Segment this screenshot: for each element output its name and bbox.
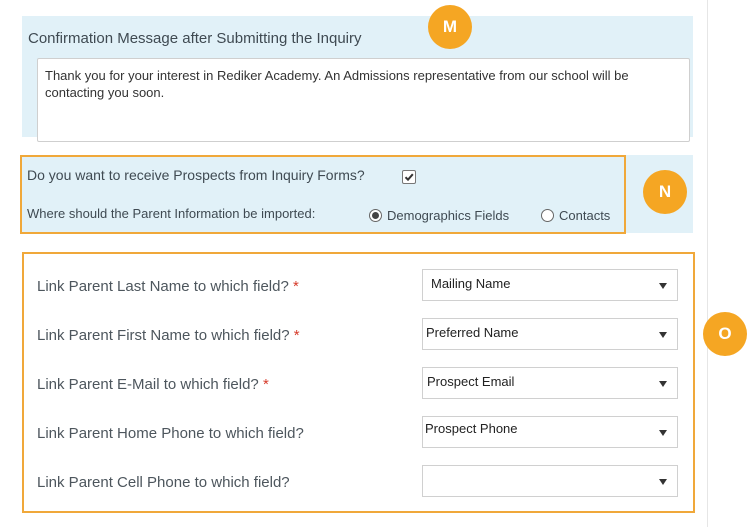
mapping-select-last-name[interactable]: Mailing Name: [422, 269, 678, 301]
callout-badge-m: M: [428, 5, 472, 49]
confirmation-message-textarea[interactable]: Thank you for your interest in Rediker A…: [37, 58, 690, 142]
mapping-label-first-name: Link Parent First Name to which field?: [37, 327, 290, 344]
checkmark-icon: [404, 173, 414, 182]
mapping-select-cell-phone[interactable]: [422, 465, 678, 497]
receive-prospects-checkbox[interactable]: [402, 170, 416, 184]
radio-unselected-icon[interactable]: [541, 209, 554, 222]
prospects-settings-panel: Do you want to receive Prospects from In…: [20, 155, 626, 234]
mapping-select-first-name[interactable]: Preferred Name: [422, 318, 678, 350]
right-divider: [707, 0, 708, 527]
callout-badge-o: O: [703, 312, 747, 356]
radio-contacts-label: Contacts: [559, 208, 611, 223]
dropdown-caret-icon: [659, 332, 667, 338]
required-marker: *: [292, 278, 299, 295]
mapping-select-value: Prospect Phone: [425, 421, 518, 436]
mapping-label-cell-phone: Link Parent Cell Phone to which field?: [37, 474, 290, 491]
mapping-select-value: Prospect Email: [427, 374, 515, 389]
mapping-row-home-phone: Link Parent Home Phone to which field? P…: [24, 416, 693, 450]
confirmation-message-title: Confirmation Message after Submitting th…: [28, 30, 362, 47]
dropdown-caret-icon: [659, 381, 667, 387]
dropdown-caret-icon: [659, 283, 667, 289]
mapping-row-first-name: Link Parent First Name to which field? *…: [24, 318, 693, 352]
radio-selected-icon[interactable]: [369, 209, 382, 222]
radio-demographics-fields[interactable]: Demographics Fields: [369, 208, 509, 223]
radio-contacts[interactable]: Contacts: [541, 208, 610, 223]
dropdown-caret-icon: [659, 430, 667, 436]
mapping-label-last-name: Link Parent Last Name to which field?: [37, 278, 289, 295]
mapping-row-last-name: Link Parent Last Name to which field? * …: [24, 269, 693, 303]
mapping-row-cell-phone: Link Parent Cell Phone to which field?: [24, 465, 693, 499]
parent-field-mapping-panel: Link Parent Last Name to which field? * …: [22, 252, 695, 513]
mapping-select-home-phone[interactable]: Prospect Phone: [422, 416, 678, 448]
callout-badge-n: N: [643, 170, 687, 214]
import-location-question: Where should the Parent Information be i…: [27, 206, 316, 221]
dropdown-caret-icon: [659, 479, 667, 485]
mapping-label-email: Link Parent E-Mail to which field?: [37, 376, 259, 393]
confirmation-message-panel: Confirmation Message after Submitting th…: [22, 16, 693, 142]
mapping-select-value: Preferred Name: [426, 325, 519, 340]
mapping-row-email: Link Parent E-Mail to which field? * Pro…: [24, 367, 693, 401]
required-marker: *: [293, 327, 300, 344]
mapping-select-email[interactable]: Prospect Email: [422, 367, 678, 399]
receive-prospects-question: Do you want to receive Prospects from In…: [27, 167, 365, 183]
radio-demographics-label: Demographics Fields: [387, 208, 510, 223]
mapping-select-value: Mailing Name: [431, 276, 511, 291]
required-marker: *: [262, 376, 269, 393]
mapping-label-home-phone: Link Parent Home Phone to which field?: [37, 425, 304, 442]
